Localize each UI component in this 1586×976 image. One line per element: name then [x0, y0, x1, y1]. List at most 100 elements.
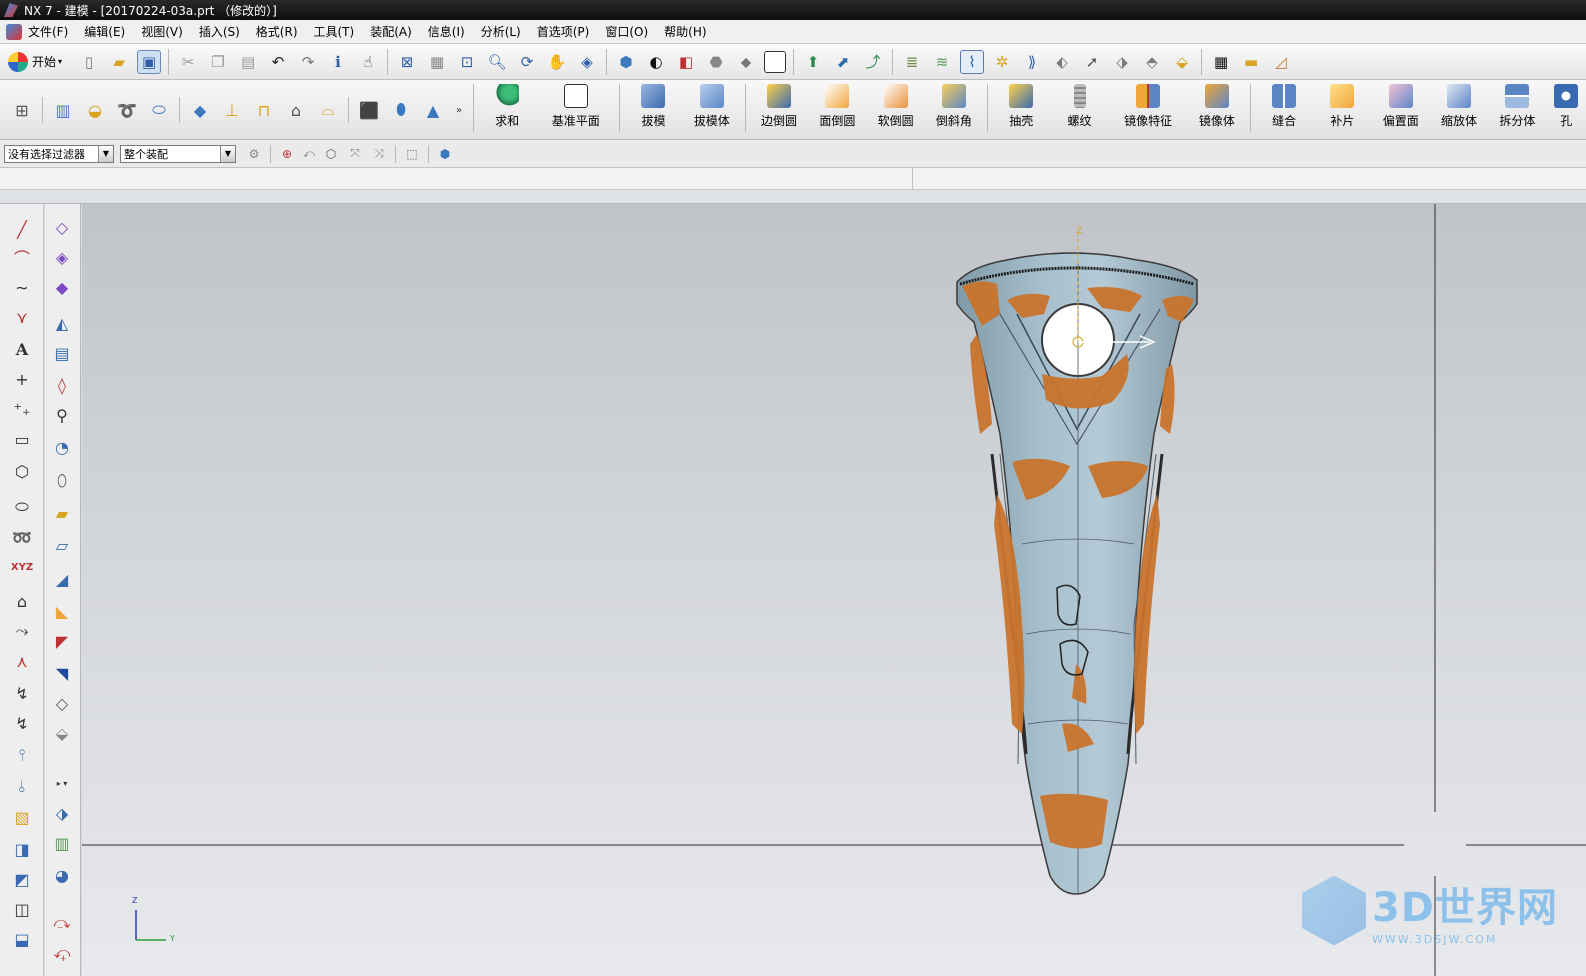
menu-help[interactable]: 帮助(H) — [664, 23, 706, 40]
orient-view-icon[interactable]: ⬢ — [614, 50, 638, 74]
pad-icon[interactable]: ⌂ — [283, 97, 309, 123]
menu-view[interactable]: 视图(V) — [141, 23, 183, 40]
menu-app-icon[interactable] — [6, 23, 22, 40]
pocket-icon[interactable]: ⊓ — [251, 97, 277, 123]
studio-spline-icon[interactable]: ⋎ — [9, 304, 35, 330]
split-body-button[interactable]: 拆分体 — [1488, 84, 1546, 136]
intersect-curve-icon[interactable]: ↯ — [9, 710, 35, 736]
boss-icon[interactable]: ⊥ — [219, 97, 245, 123]
cone-icon[interactable]: ▲ — [420, 97, 446, 123]
unite-button[interactable]: 求和 — [478, 84, 536, 136]
menu-preferences[interactable]: 首选项(P) — [537, 23, 590, 40]
mirror-feature-button[interactable]: 镜像特征 — [1109, 84, 1188, 136]
blend-surface-icon[interactable]: ▥ — [49, 830, 75, 856]
curve-length-icon[interactable]: ◫ — [9, 896, 35, 922]
cut-icon[interactable]: ✂ — [176, 50, 200, 74]
edit-curve-icon[interactable]: ◩ — [9, 866, 35, 892]
select-body-icon[interactable]: ⬖ — [1050, 50, 1074, 74]
color-swatch-icon[interactable] — [764, 50, 787, 73]
menu-analysis[interactable]: 分析(L) — [481, 23, 521, 40]
offset-face-button[interactable]: 偏置面 — [1372, 84, 1430, 136]
fillet-surface-icon[interactable]: ◕ — [49, 862, 75, 888]
wave-link-icon[interactable]: ⤼ — [49, 910, 75, 936]
menu-format[interactable]: 格式(R) — [256, 23, 298, 40]
grid-icon[interactable]: ▦ — [1209, 50, 1233, 74]
snap-point-icon[interactable]: ✲ — [990, 50, 1014, 74]
tube-icon[interactable]: ⬭ — [146, 97, 172, 123]
enlarge-icon[interactable]: ◤ — [49, 628, 75, 654]
selection-scope-select[interactable]: 整个装配 ▼ — [120, 144, 236, 163]
section-view-icon[interactable]: ◧ — [674, 50, 698, 74]
rectangle-icon[interactable]: ▭ — [9, 426, 35, 452]
zoom-in-out-icon[interactable]: 🔍︎ — [485, 50, 509, 74]
n-sided-surface-icon[interactable]: ◊ — [49, 372, 75, 398]
fit-view-icon[interactable]: ⊠ — [395, 50, 419, 74]
slot-icon[interactable]: ⌓ — [315, 97, 341, 123]
offset-surface-icon[interactable]: ◢ — [49, 566, 75, 592]
menu-file[interactable]: 文件(F) — [28, 23, 68, 40]
edge-blend-button[interactable]: 边倒圆 — [750, 84, 808, 136]
edit-section-icon[interactable]: ⬣ — [704, 50, 728, 74]
bounded-plane-icon[interactable]: ⬯ — [49, 468, 75, 494]
point-set-icon[interactable]: ⁺₊ — [9, 396, 35, 422]
rib-icon[interactable]: ⬗ — [49, 800, 75, 826]
move-to-layer-icon[interactable]: ≋ — [930, 50, 954, 74]
extract-curve-icon[interactable]: ⫰ — [9, 774, 35, 800]
rectangle-select-icon[interactable]: ⬚ — [403, 145, 421, 163]
section-curve-icon[interactable]: ⫯ — [9, 742, 35, 768]
swept-surface-icon[interactable]: ▤ — [49, 340, 75, 366]
sweep-icon[interactable]: ➰ — [114, 97, 140, 123]
join-curve-icon[interactable]: ⋏ — [9, 648, 35, 674]
selection-filter-select[interactable]: 没有选择过滤器 ▼ — [4, 144, 114, 163]
divide-curve-icon[interactable]: ◨ — [9, 836, 35, 862]
styled-sweep-icon[interactable]: ◔ — [49, 434, 75, 460]
open-folder-icon[interactable]: ▰ — [107, 50, 131, 74]
trimmed-sheet-icon[interactable]: ◣ — [49, 598, 75, 624]
studio-surface-icon[interactable]: ⚲ — [49, 402, 75, 428]
render-style-icon[interactable]: ◐ — [644, 50, 668, 74]
copy-icon[interactable]: ❐ — [206, 50, 230, 74]
extrude-icon[interactable]: ▥ — [50, 97, 76, 123]
pan-icon[interactable]: ✋ — [545, 50, 569, 74]
datum-plane-button[interactable]: 基准平面 — [536, 84, 615, 136]
select-face-icon[interactable]: ➚ — [1080, 50, 1104, 74]
trim-curve-icon[interactable]: ▧ — [9, 804, 35, 830]
bucket-tooth-model[interactable] — [956, 232, 1198, 895]
menu-assembly[interactable]: 装配(A) — [370, 23, 412, 40]
select-component-icon[interactable]: ⬘ — [1140, 50, 1164, 74]
touch-mode-icon[interactable]: ☝ — [356, 50, 380, 74]
select-solid-icon[interactable]: ⬡ — [322, 145, 340, 163]
general-selection-icon[interactable]: ⚙ — [245, 145, 263, 163]
select-tangent-icon[interactable]: ⤧ — [346, 145, 364, 163]
global-shaping-icon[interactable]: ◥ — [49, 660, 75, 686]
menu-edit[interactable]: 编辑(E) — [84, 23, 125, 40]
text-icon[interactable]: A — [9, 336, 35, 362]
layer-settings-icon[interactable]: ≣ — [900, 50, 924, 74]
perspective-icon[interactable]: ◈ — [575, 50, 599, 74]
scale-body-button[interactable]: 缩放体 — [1430, 84, 1488, 136]
rotate-icon[interactable]: ⟳ — [515, 50, 539, 74]
point-icon[interactable]: + — [9, 366, 35, 392]
menu-information[interactable]: 信息(I) — [428, 23, 465, 40]
face-blend-button[interactable]: 面倒圆 — [808, 84, 866, 136]
through-mesh-icon[interactable]: ◭ — [49, 310, 75, 336]
soft-blend-button[interactable]: 软倒圆 — [866, 84, 924, 136]
menu-window[interactable]: 窗口(O) — [605, 23, 648, 40]
select-feature-icon[interactable]: ⟫ — [1020, 50, 1044, 74]
offset-curve-icon[interactable]: ⌂ — [9, 588, 35, 614]
arc-icon[interactable]: ⌒ — [9, 244, 35, 270]
law-extension-icon[interactable]: ▱ — [49, 532, 75, 558]
block-icon[interactable]: ◆ — [187, 97, 213, 123]
project-curve-icon[interactable]: ↯ — [9, 680, 35, 706]
part-navigator-icon[interactable]: ⊞ — [9, 97, 35, 123]
x-form-icon[interactable]: ◇ — [49, 690, 75, 716]
measure-angle-icon[interactable]: ◿ — [1269, 50, 1293, 74]
line-icon[interactable]: ╱ — [9, 216, 35, 242]
start-button[interactable]: 开始 ▾ — [4, 48, 68, 76]
hole-button[interactable]: 孔 — [1546, 84, 1586, 136]
bridge-curve-icon[interactable]: ⤳ — [9, 618, 35, 644]
measure-distance-icon[interactable]: ▬ — [1239, 50, 1263, 74]
helix-icon[interactable]: ➿ — [9, 524, 35, 550]
curve-network-icon[interactable]: ⤽ — [49, 940, 75, 966]
snap-settings-icon[interactable]: ⊕ — [278, 145, 296, 163]
